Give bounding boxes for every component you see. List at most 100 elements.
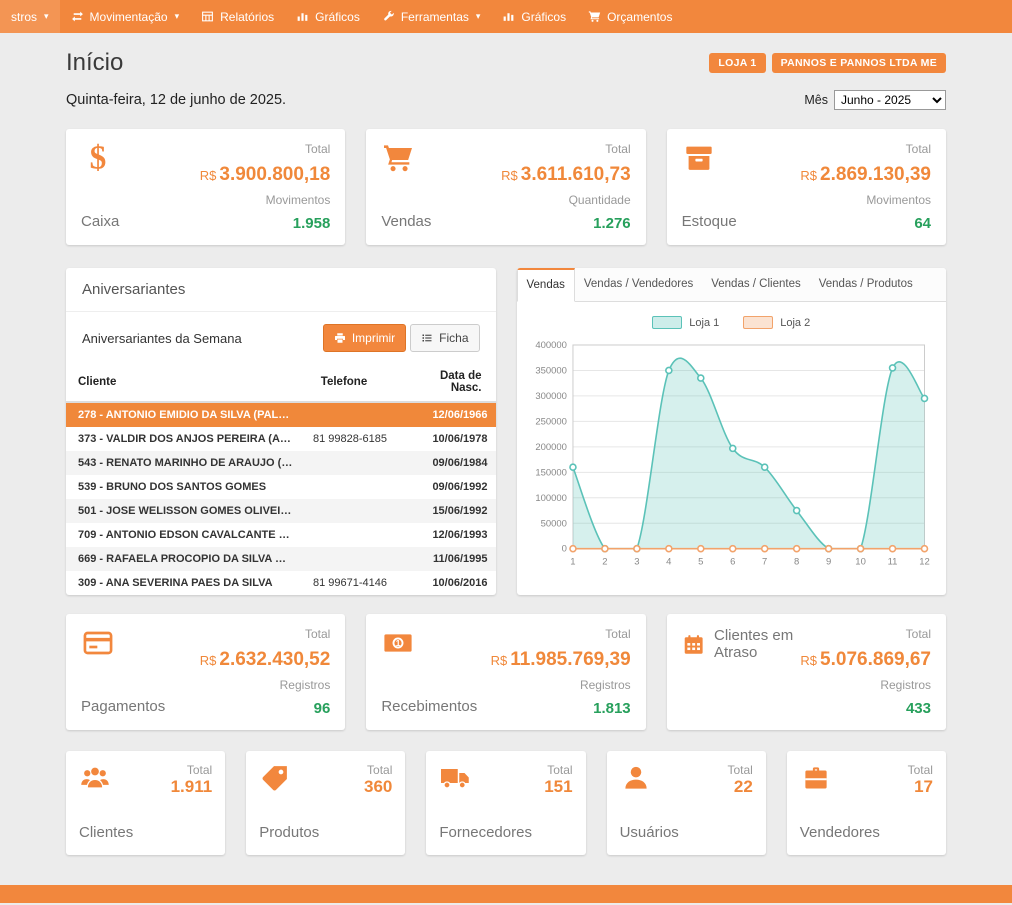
cart-icon [588,10,601,23]
svg-text:6: 6 [730,557,735,568]
svg-text:10: 10 [855,557,866,568]
card-caixa: $CaixaTotalR$3.900.800,18Movimentos1.958 [66,129,345,245]
total-label: Total [491,627,631,641]
birthday-row[interactable]: 709 - ANTONIO EDSON CAVALCANTE D... 12/06… [66,523,496,547]
birthday-row[interactable]: 373 - VALDIR DOS ANJOS PEREIRA (AN...81 … [66,427,496,451]
nav-item-graficos[interactable]: Gráficos [285,0,371,33]
sales-area-chart: 0500001000001500002000002500003000003500… [531,337,933,577]
users-icon [79,763,111,793]
currency: R$ [800,653,817,668]
current-date: Quinta-feira, 12 de junho de 2025. [66,92,286,108]
card-fornecedores: Total151Fornecedores [426,751,585,855]
svg-text:100000: 100000 [535,493,567,504]
card-vendas: VendasTotalR$3.611.610,73Quantidade1.276 [366,129,645,245]
main-content: Início LOJA 1 PANNOS E PANNOS LTDA ME Qu… [66,33,946,855]
card-pagamentos: PagamentosTotalR$2.632.430,52Registros96 [66,614,345,730]
company-badge[interactable]: PANNOS E PANNOS LTDA ME [772,53,946,73]
count-label: Registros [800,678,931,692]
nav-item-label: Gráficos [521,10,566,24]
column-telefone: Telefone [301,363,395,402]
currency: R$ [200,653,217,668]
total-label: Total [501,142,631,156]
card-label: Usuários [620,824,753,843]
birthday-row[interactable]: 543 - RENATO MARINHO DE ARAUJO (F...09/0… [66,451,496,475]
nav-item-label: Ferramentas [401,10,469,24]
nav-item-orcamentos[interactable]: Orçamentos [577,0,683,33]
card-clientes-em-atraso: Clientes em AtrasoTotalR$5.076.869,67Reg… [667,614,946,730]
client-birthdate: 11/06/1995 [395,547,495,571]
client-birthdate: 10/06/1978 [395,427,495,451]
total-label: Total [727,763,752,777]
client-phone [301,451,395,475]
nav-item-graficos-2[interactable]: Gráficos [491,0,577,33]
svg-text:9: 9 [825,557,830,568]
count-value: 17 [908,777,933,797]
birthday-row[interactable]: 309 - ANA SEVERINA PAES DA SILVA81 99671… [66,571,496,595]
client-name: 539 - BRUNO DOS SANTOS GOMES [66,475,301,499]
wrench-icon [382,10,395,23]
birthday-row[interactable]: 501 - JOSE WELISSON GOMES OLIVEIR...15/0… [66,499,496,523]
ficha-button-label: Ficha [439,331,468,345]
tab-vendas-clientes[interactable]: Vendas / Clientes [702,268,810,301]
count-label: Quantidade [501,193,631,207]
client-phone [301,523,395,547]
archive-icon [682,142,716,174]
client-name: 373 - VALDIR DOS ANJOS PEREIRA (AN... [66,427,301,451]
count-value: 22 [727,777,752,797]
tab-vendas[interactable]: Vendas [517,268,575,302]
total-label: Total [364,763,392,777]
finance-cards-row: PagamentosTotalR$2.632.430,52Registros96… [66,614,946,730]
svg-text:4: 4 [666,557,671,568]
amount: 3.900.800,18 [219,164,330,185]
svg-text:7: 7 [762,557,767,568]
tab-vendas-vendedores[interactable]: Vendas / Vendedores [575,268,702,301]
card-estoque: EstoqueTotalR$2.869.130,39Movimentos64 [667,129,946,245]
client-birthdate: 09/06/1992 [395,475,495,499]
page-title: Início [66,49,123,77]
nav-item-ferramentas[interactable]: Ferramentas▾ [371,0,492,33]
client-name: 278 - ANTONIO EMIDIO DA SILVA (PALE... [66,402,301,427]
client-birthdate: 10/06/2016 [395,571,495,595]
count-value: 1.276 [501,215,631,232]
money-icon: 1 [381,627,415,659]
client-birthdate: 12/06/1966 [395,402,495,427]
svg-text:1: 1 [396,638,401,648]
svg-text:250000: 250000 [535,416,567,427]
print-button[interactable]: Imprimir [323,324,406,352]
nav-item-relatorios[interactable]: Relatórios [190,0,285,33]
total-label: Total [908,763,933,777]
list-icon [421,332,433,344]
tab-vendas-produtos[interactable]: Vendas / Produtos [810,268,922,301]
svg-text:200000: 200000 [535,442,567,453]
chart-tabs: VendasVendas / VendedoresVendas / Client… [517,268,947,302]
month-select[interactable]: Junho - 2025 [834,90,946,110]
birthday-row[interactable]: 539 - BRUNO DOS SANTOS GOMES 09/06/1992 [66,475,496,499]
card-label: Vendedores [800,824,933,843]
user-icon [620,763,652,793]
birthday-row[interactable]: 278 - ANTONIO EMIDIO DA SILVA (PALE... 12… [66,402,496,427]
chart-icon [502,10,515,23]
month-filter: Mês Junho - 2025 [804,90,946,110]
nav-item-movimentacao[interactable]: Movimentação▾ [60,0,191,33]
nav-item-stros[interactable]: stros▾ [0,0,60,33]
tag-icon [259,763,291,793]
count-label: Registros [200,678,331,692]
client-phone: 81 99828-6185 [301,427,395,451]
count-value: 360 [364,777,392,797]
client-phone [301,547,395,571]
dollar-icon: $ [81,142,115,174]
card-label: Fornecedores [439,824,572,843]
nav-item-label: Orçamentos [607,10,672,24]
birthdays-subtitle: Aniversariantes da Semana [82,331,242,346]
client-name: 709 - ANTONIO EDSON CAVALCANTE D... [66,523,301,547]
legend-item-loja-2: Loja 2 [743,316,810,329]
store-badge[interactable]: LOJA 1 [709,53,765,73]
client-phone [301,475,395,499]
birthdays-table: ClienteTelefoneData de Nasc. 278 - ANTON… [66,363,496,595]
birthday-row[interactable]: 669 - RAFAELA PROCOPIO DA SILVA CA...11/… [66,547,496,571]
total-value: R$2.632.430,52 [200,649,331,671]
chart-legend: Loja 1Loja 2 [531,316,933,329]
ficha-button[interactable]: Ficha [410,324,479,352]
card-label: Recebimentos [381,698,477,717]
client-birthdate: 12/06/1993 [395,523,495,547]
